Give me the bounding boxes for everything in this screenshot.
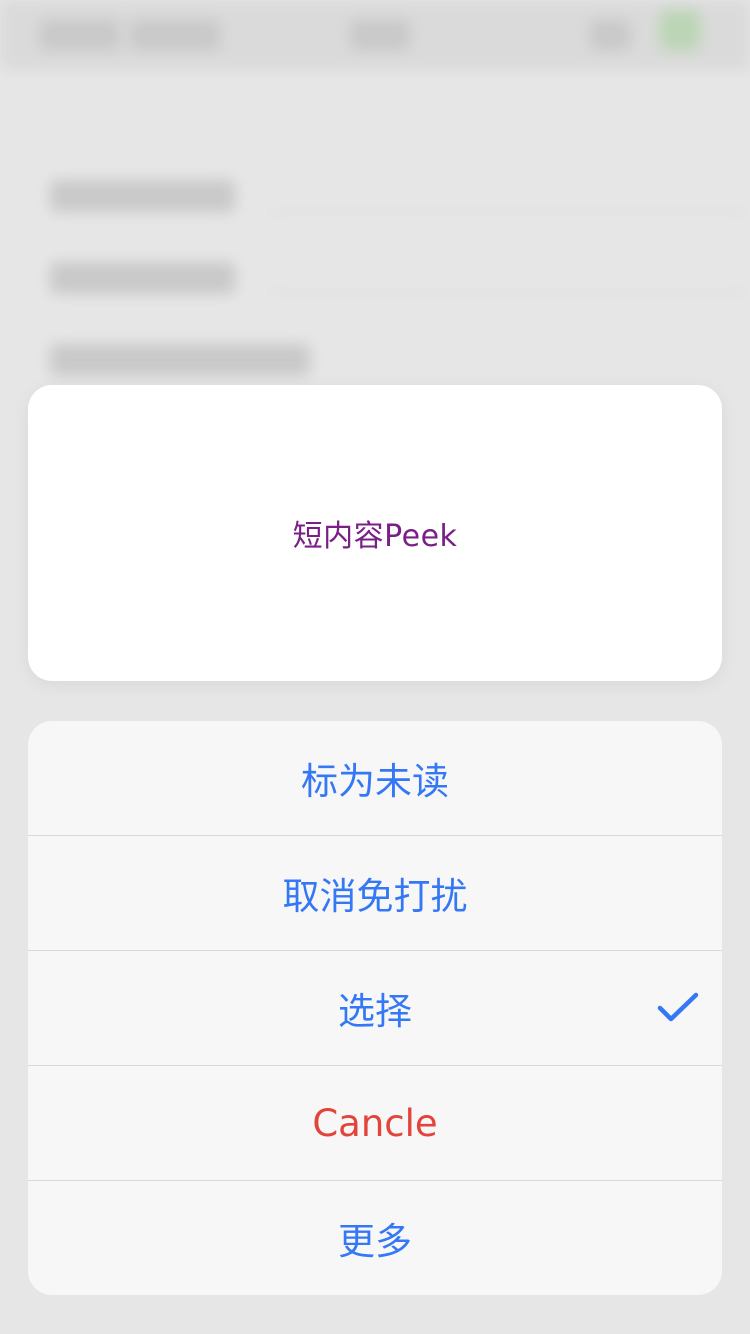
checkmark-icon bbox=[657, 992, 699, 1022]
action-label: 选择 bbox=[338, 990, 412, 1033]
blurred-nav-item bbox=[590, 20, 630, 50]
blurred-list-item bbox=[50, 262, 235, 294]
blurred-list-item bbox=[50, 344, 310, 376]
blurred-nav-badge bbox=[660, 10, 700, 50]
blurred-nav-item bbox=[130, 20, 220, 50]
blurred-list-item bbox=[50, 180, 235, 212]
action-label: 标为未读 bbox=[301, 760, 449, 803]
peek-preview-card[interactable]: 短内容Peek bbox=[28, 385, 722, 681]
mark-unread-action[interactable]: 标为未读 bbox=[28, 721, 722, 836]
blurred-divider bbox=[265, 292, 750, 294]
action-label: 更多 bbox=[338, 1220, 412, 1263]
blurred-nav-item bbox=[40, 20, 120, 50]
select-action[interactable]: 选择 bbox=[28, 951, 722, 1066]
blurred-nav-item bbox=[350, 20, 410, 50]
action-label: 取消免打扰 bbox=[282, 875, 468, 918]
cancel-action[interactable]: Cancle bbox=[28, 1066, 722, 1181]
blurred-divider bbox=[265, 210, 750, 212]
peek-preview-text: 短内容Peek bbox=[292, 519, 458, 554]
more-action[interactable]: 更多 bbox=[28, 1181, 722, 1295]
unmute-action[interactable]: 取消免打扰 bbox=[28, 836, 722, 951]
peek-action-sheet: 标为未读 取消免打扰 选择 Cancle 更多 bbox=[28, 721, 722, 1295]
action-label: Cancle bbox=[312, 1101, 438, 1145]
